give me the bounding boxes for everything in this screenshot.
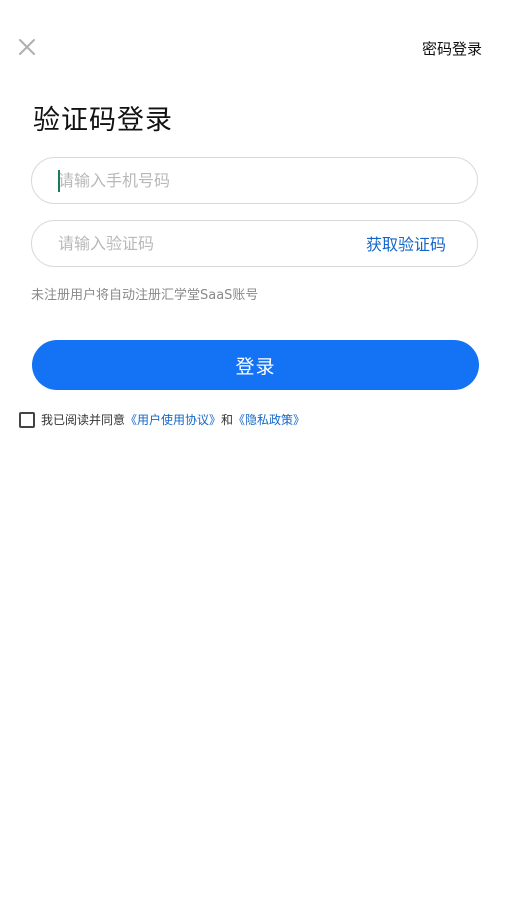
login-button[interactable]: 登录 <box>32 340 479 390</box>
registration-hint: 未注册用户将自动注册汇学堂SaaS账号 <box>31 288 259 303</box>
agreement-checkbox[interactable] <box>19 411 35 428</box>
verification-code-field: 获取验证码 <box>31 220 478 267</box>
close-button[interactable] <box>15 35 39 59</box>
phone-input[interactable] <box>58 158 453 203</box>
get-code-button[interactable]: 获取验证码 <box>366 221 446 266</box>
phone-field <box>31 157 478 204</box>
text-cursor <box>58 170 60 192</box>
privacy-policy-link[interactable]: 《隐私政策》 <box>233 411 305 428</box>
close-icon <box>19 39 35 55</box>
agreement-row: 我已阅读并同意 《用户使用协议》 和 《隐私政策》 <box>19 411 305 428</box>
password-login-link[interactable]: 密码登录 <box>422 38 482 59</box>
agreement-prefix: 我已阅读并同意 <box>41 413 126 427</box>
page-title: 验证码登录 <box>33 105 173 136</box>
agreement-conjunction: 和 <box>221 413 234 427</box>
verification-code-input[interactable] <box>58 221 348 266</box>
user-agreement-link[interactable]: 《用户使用协议》 <box>125 411 221 428</box>
